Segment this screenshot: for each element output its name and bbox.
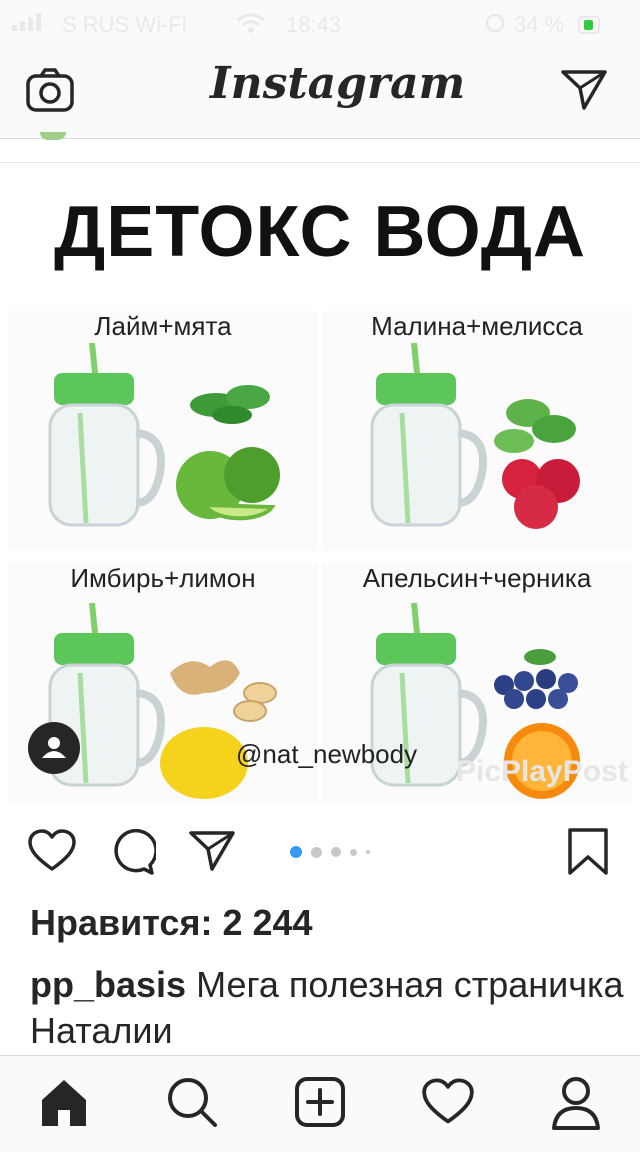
post-caption: pp_basis Мега полезная страничка Наталии xyxy=(30,962,630,1054)
person-icon xyxy=(42,737,66,758)
recipe-label: Имбирь+лимон xyxy=(70,563,256,593)
carousel-dot xyxy=(311,846,322,858)
alarm-icon xyxy=(484,12,506,40)
ginger-lemon-icon xyxy=(160,660,277,799)
instagram-logo: Instagram xyxy=(210,58,466,109)
paper-plane-icon[interactable] xyxy=(560,68,608,117)
recipe-label: Апельсин+черника xyxy=(362,563,592,593)
carrier-label: S RUS Wi-Fi xyxy=(62,12,187,37)
post-actions-bar xyxy=(0,803,640,898)
post-image[interactable]: ДЕТОКС ВОДА Лайм+мята Малина+мелисса Имб… xyxy=(0,163,640,803)
battery-percent: 34 % xyxy=(514,12,565,37)
like-heart-icon[interactable] xyxy=(28,829,76,878)
share-icon[interactable] xyxy=(188,829,236,878)
carousel-dot xyxy=(350,848,357,856)
bottom-tab-bar xyxy=(0,1055,640,1152)
new-post-icon[interactable] xyxy=(294,1076,346,1133)
image-author-tag: @nat_newbody xyxy=(236,739,418,769)
clock: 18:43 xyxy=(286,12,342,37)
battery-icon xyxy=(578,14,604,40)
search-icon[interactable] xyxy=(166,1076,218,1133)
avatar-ring-fragment xyxy=(40,132,66,140)
carousel-dot xyxy=(366,850,370,854)
watermark: PicPlayPost xyxy=(456,755,628,788)
carousel-dot xyxy=(290,846,302,858)
raspberry-icon xyxy=(494,399,580,529)
carousel-indicator xyxy=(290,845,390,859)
home-icon[interactable] xyxy=(38,1078,90,1133)
jar-icon xyxy=(370,343,487,527)
jar-icon xyxy=(48,343,165,527)
carousel-dot xyxy=(331,847,341,857)
caption-username[interactable]: pp_basis xyxy=(30,964,186,1005)
signal-icon xyxy=(12,12,52,38)
comment-icon[interactable] xyxy=(110,828,158,880)
recipe-label: Малина+мелисса xyxy=(371,311,583,341)
mint-lime-icon xyxy=(176,385,280,521)
like-count[interactable]: Нравится: 2 244 xyxy=(30,902,313,944)
status-bar: S RUS Wi-Fi 18:43 34 % xyxy=(0,0,640,44)
wifi-icon xyxy=(236,12,266,40)
activity-icon[interactable] xyxy=(422,1078,474,1131)
post-image-title: ДЕТОКС ВОДА xyxy=(53,192,587,272)
recipe-label: Лайм+мята xyxy=(94,311,232,341)
tagged-users-button[interactable] xyxy=(28,722,80,774)
profile-icon[interactable] xyxy=(550,1076,602,1135)
bookmark-icon[interactable] xyxy=(566,827,610,882)
camera-icon[interactable] xyxy=(26,68,74,117)
